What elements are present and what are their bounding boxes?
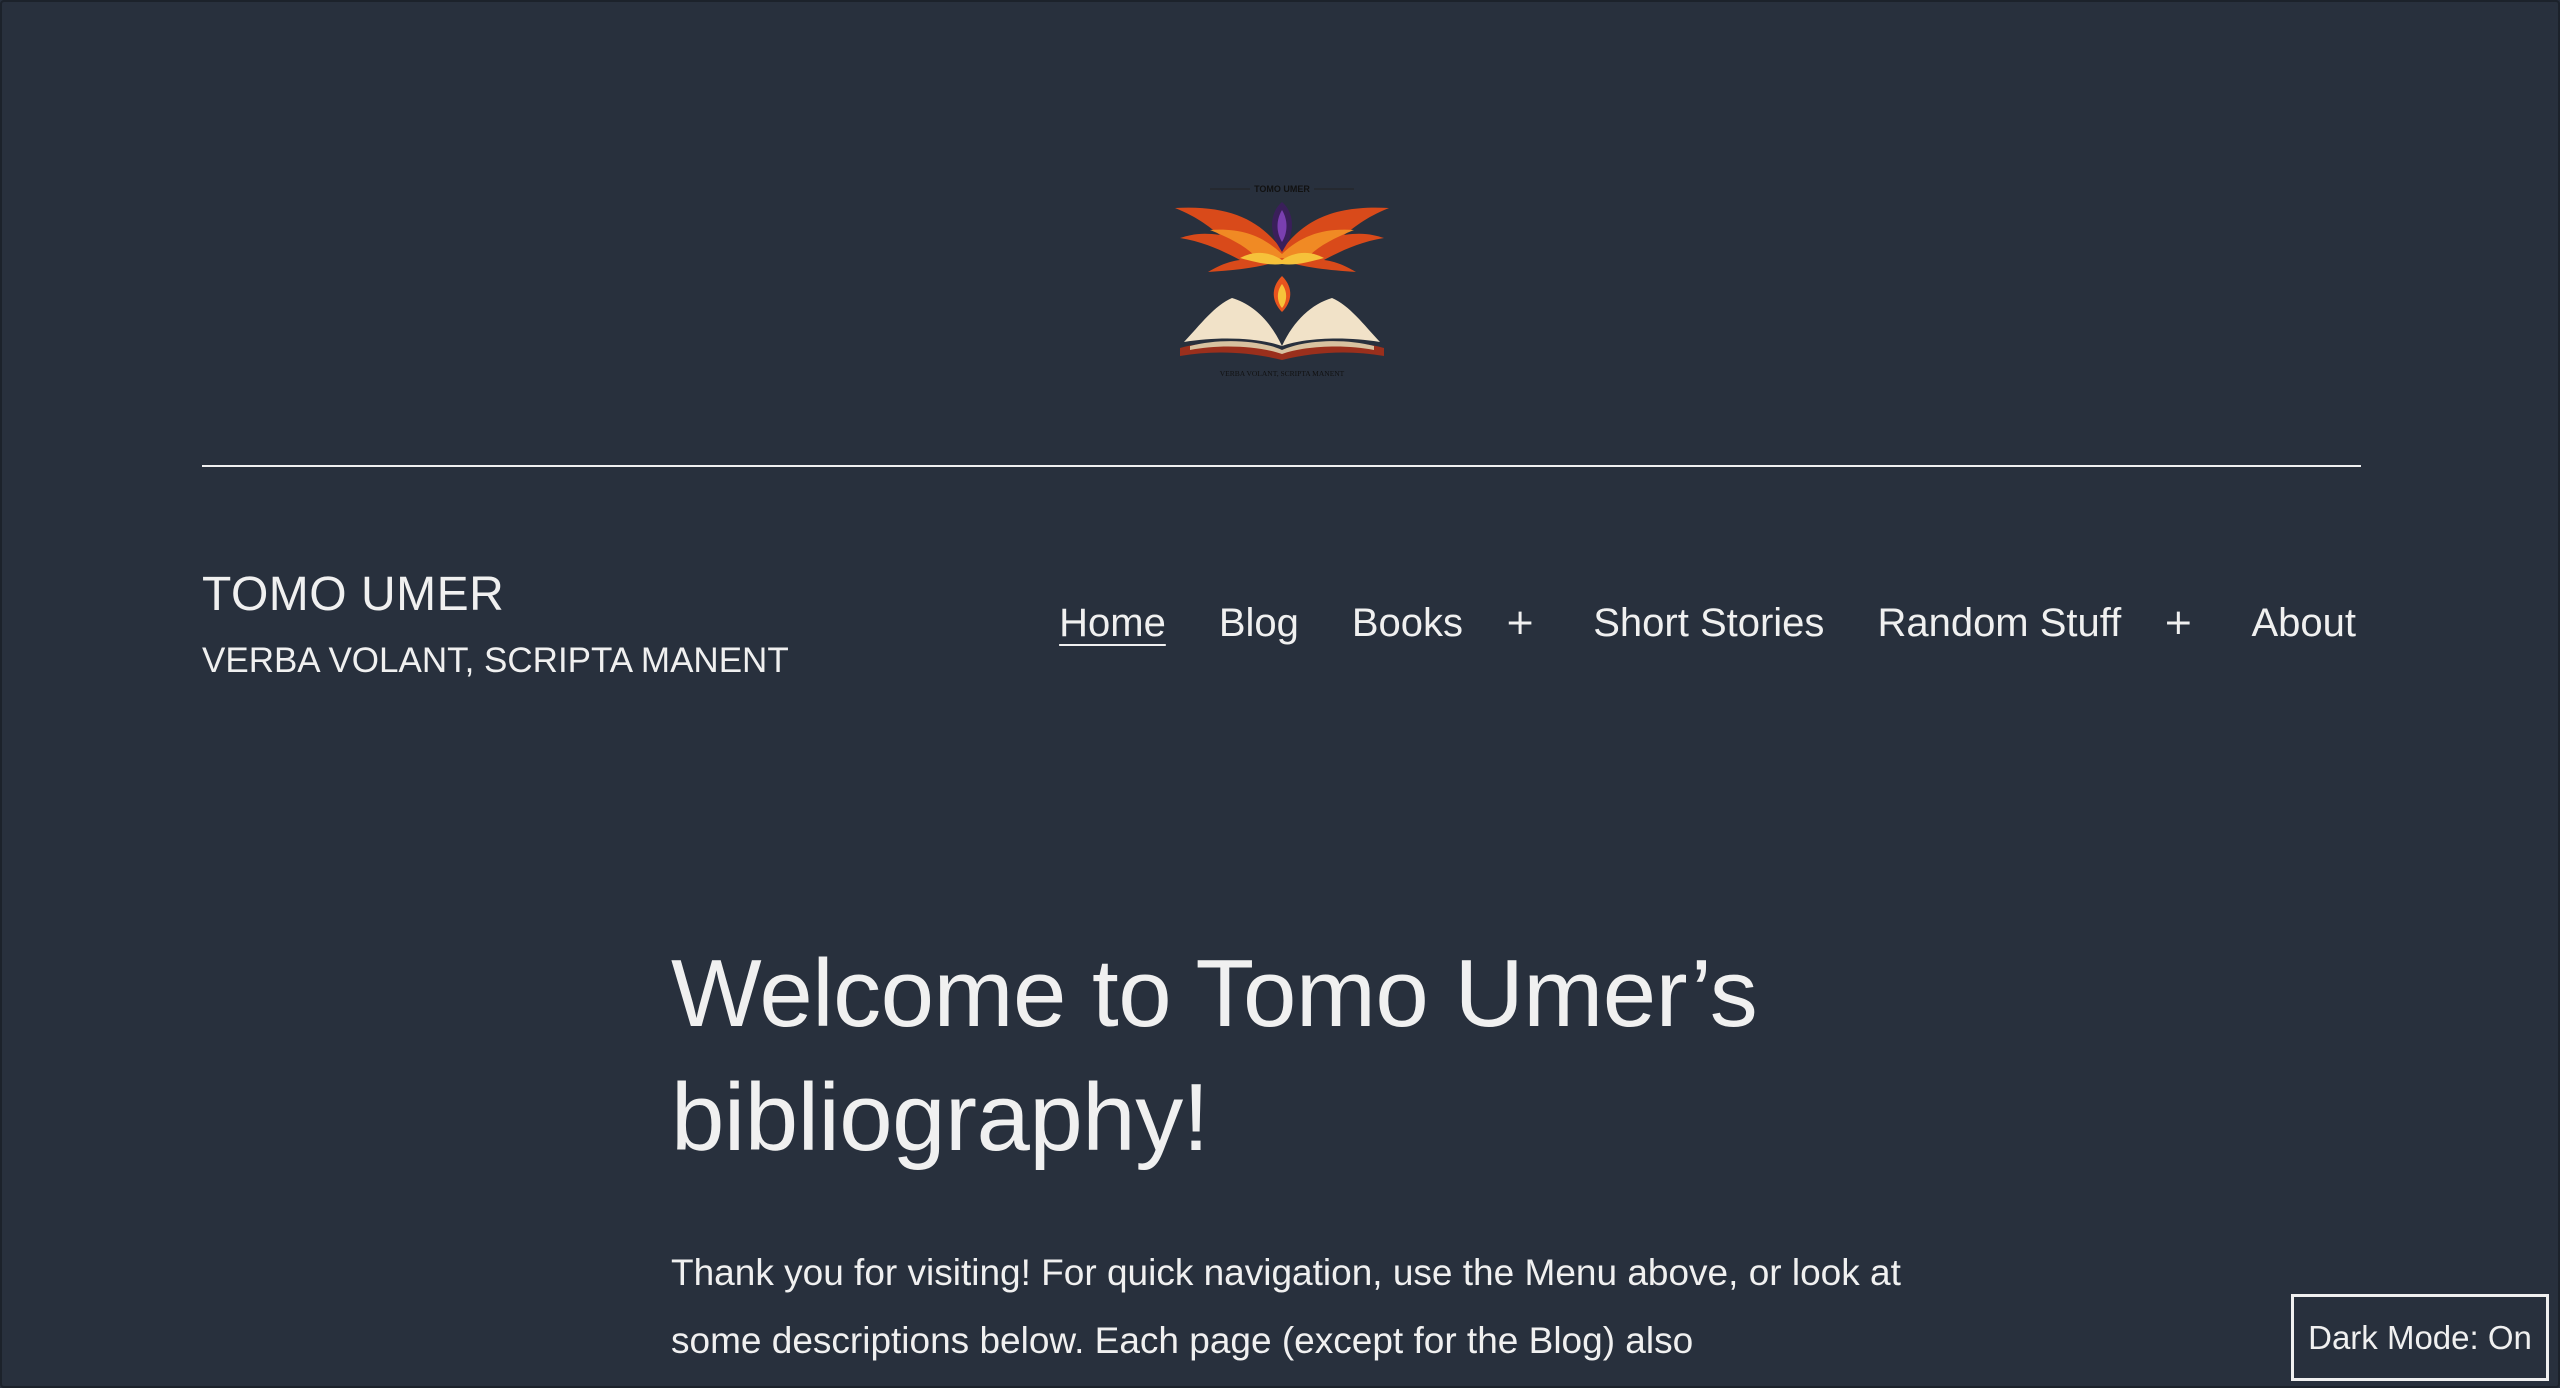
- page-title: Welcome to Tomo Umer’s bibliography!: [671, 940, 1758, 1171]
- nav-item-blog[interactable]: Blog: [1219, 594, 1299, 652]
- svg-text:TOMO UMER: TOMO UMER: [1254, 184, 1310, 194]
- site-title[interactable]: TOMO UMER: [202, 565, 504, 625]
- site-logo[interactable]: TOMO UMER VERBA VOLANT, SCRIPTA MANENT: [1170, 180, 1394, 380]
- primary-navigation: Home Blog Books + Short Stories Random S…: [1059, 594, 2356, 652]
- nav-item-short-stories[interactable]: Short Stories: [1593, 594, 1824, 652]
- dark-mode-toggle-button[interactable]: Dark Mode: On: [2291, 1294, 2549, 1381]
- books-submenu-toggle-button[interactable]: +: [1505, 594, 1535, 652]
- svg-text:VERBA VOLANT, SCRIPTA MANENT: VERBA VOLANT, SCRIPTA MANENT: [1220, 369, 1345, 378]
- header-divider: [202, 465, 2361, 467]
- nav-item-random-stuff[interactable]: Random Stuff: [1877, 594, 2121, 652]
- random-stuff-submenu-toggle-button[interactable]: +: [2163, 594, 2193, 652]
- page: TOMO UMER VERBA VOLANT, SCRIPTA MANENT T…: [0, 0, 2560, 1388]
- nav-item-about[interactable]: About: [2251, 594, 2356, 652]
- site-description: VERBA VOLANT, SCRIPTA MANENT: [202, 641, 789, 680]
- nav-item-books[interactable]: Books: [1352, 594, 1463, 652]
- phoenix-book-logo-icon: TOMO UMER VERBA VOLANT, SCRIPTA MANENT: [1175, 184, 1389, 378]
- nav-item-home[interactable]: Home: [1059, 594, 1166, 652]
- intro-paragraph: Thank you for visiting! For quick naviga…: [671, 1252, 1901, 1361]
